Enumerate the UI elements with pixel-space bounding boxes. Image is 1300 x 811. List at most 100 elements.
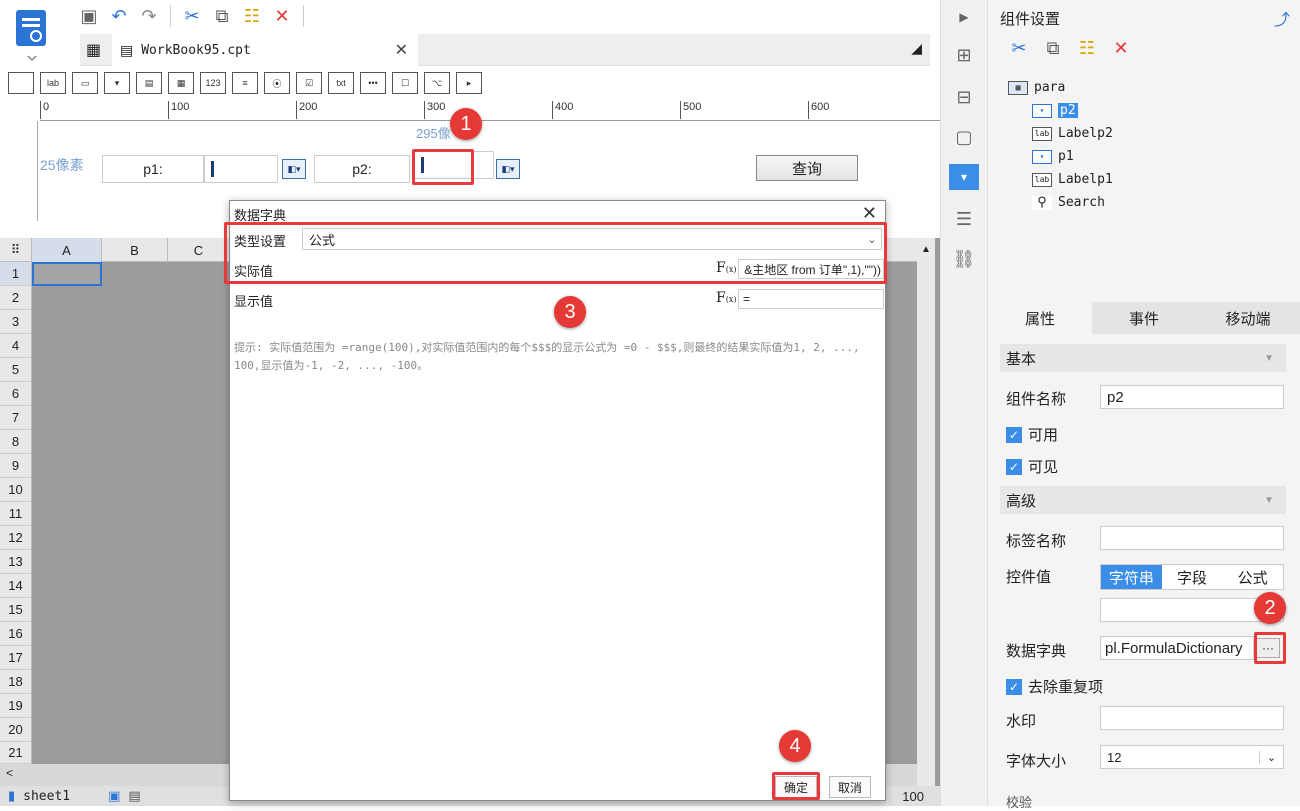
date-widget-icon[interactable]: ▦ xyxy=(168,72,194,94)
column-header[interactable]: B xyxy=(102,238,168,262)
column-header[interactable]: C xyxy=(168,238,230,262)
vertical-scrollbar[interactable]: ▲ xyxy=(917,238,935,788)
add-poly-sheet-icon[interactable]: ▤ xyxy=(128,788,140,804)
row-header[interactable]: 7 xyxy=(0,406,32,430)
tree-item-labelp1[interactable]: lab Labelp1 xyxy=(1032,172,1113,187)
row-header[interactable]: 21 xyxy=(0,742,32,764)
form-layout-icon[interactable]: ⊞ xyxy=(951,42,977,68)
row-header[interactable]: 1 xyxy=(0,262,32,286)
row-header[interactable]: 18 xyxy=(0,670,32,694)
scroll-up-icon[interactable]: ▲ xyxy=(917,244,935,255)
enabled-checkbox[interactable]: ✓ 可用 xyxy=(1006,424,1058,445)
row-header[interactable]: 19 xyxy=(0,694,32,718)
paste-icon[interactable]: ☷ xyxy=(239,3,265,29)
collapse-right-icon[interactable]: ▶ xyxy=(951,4,977,30)
frame-icon[interactable]: ▢ xyxy=(951,124,977,150)
stack-icon[interactable]: ☰ xyxy=(951,206,977,232)
paste-icon[interactable]: ☷ xyxy=(1076,38,1098,59)
textbox-widget-icon[interactable] xyxy=(8,72,34,94)
copy-icon[interactable]: ⧉ xyxy=(1042,38,1064,59)
value-type-formula[interactable]: 公式 xyxy=(1222,565,1283,589)
close-tab-icon[interactable]: ✕ xyxy=(395,40,408,60)
password-widget-icon[interactable]: ••• xyxy=(360,72,386,94)
tree-item-p2[interactable]: ▾ p2 xyxy=(1032,103,1078,118)
radio-group-widget-icon[interactable]: ⦿ xyxy=(264,72,290,94)
tree-combo-widget-icon[interactable]: ▤ xyxy=(136,72,162,94)
row-header[interactable]: 9 xyxy=(0,454,32,478)
row-header[interactable]: 12 xyxy=(0,526,32,550)
checkbox-group-widget-icon[interactable]: ☑ xyxy=(296,72,322,94)
button-widget-icon[interactable]: ▭ xyxy=(72,72,98,94)
watermark-input[interactable] xyxy=(1100,706,1284,730)
tab-properties[interactable]: 属性 xyxy=(988,302,1092,334)
cut-icon[interactable]: ✂ xyxy=(179,3,205,29)
pin-icon[interactable]: ⤴ xyxy=(1274,6,1290,30)
cut-icon[interactable]: ✂ xyxy=(1008,38,1030,59)
text-widget-icon[interactable]: txt xyxy=(328,72,354,94)
row-header[interactable]: 16 xyxy=(0,622,32,646)
p2-dropdown-icon[interactable]: ◧▾ xyxy=(496,159,520,179)
formula-icon[interactable]: F(x) xyxy=(716,290,736,306)
tree-widget-icon[interactable]: ⌥ xyxy=(424,72,450,94)
grid-view-icon[interactable]: ▦ xyxy=(86,40,101,60)
delete-icon[interactable]: ✕ xyxy=(269,3,295,29)
tree-item-search[interactable]: ⚲ Search xyxy=(1032,195,1105,210)
textarea-widget-icon[interactable]: ≡ xyxy=(232,72,258,94)
widget-name-input[interactable]: p2 xyxy=(1100,385,1284,409)
scroll-left-icon[interactable]: < xyxy=(6,766,13,780)
row-header[interactable]: 17 xyxy=(0,646,32,670)
widget-info-icon[interactable]: ⊟ xyxy=(951,84,977,110)
sheet-tab[interactable]: sheet1 xyxy=(23,789,70,804)
value-type-field[interactable]: 字段 xyxy=(1162,565,1223,589)
tab-menu-icon[interactable]: ◢ xyxy=(911,40,922,57)
label-p2[interactable]: p2: xyxy=(314,155,410,183)
link-icon[interactable]: ⛓ xyxy=(951,246,977,272)
p1-dropdown-icon[interactable]: ◧▾ xyxy=(282,159,306,179)
tab-mobile[interactable]: 移动端 xyxy=(1196,302,1300,334)
more-widgets-icon[interactable]: ▸ xyxy=(456,72,482,94)
section-basic[interactable]: 基本 ▼ xyxy=(1000,344,1286,372)
section-advanced[interactable]: 高级 ▼ xyxy=(1000,486,1286,514)
row-header[interactable]: 14 xyxy=(0,574,32,598)
add-sheet-icon[interactable]: ▣ xyxy=(108,788,120,804)
row-header[interactable]: 20 xyxy=(0,718,32,742)
file-tab[interactable]: ▤ WorkBook95.cpt ✕ xyxy=(112,34,418,66)
label-p1[interactable]: p1: xyxy=(102,155,204,183)
undo-icon[interactable]: ↶ xyxy=(106,3,132,29)
row-header[interactable]: 15 xyxy=(0,598,32,622)
cancel-button[interactable]: 取消 xyxy=(829,776,871,798)
tree-item-labelp2[interactable]: lab Labelp2 xyxy=(1032,126,1113,141)
save-icon[interactable]: ▣ xyxy=(76,3,102,29)
tree-item-p1[interactable]: ▾ p1 xyxy=(1032,149,1074,164)
label-widget-icon[interactable]: lab xyxy=(40,72,66,94)
row-header[interactable]: 8 xyxy=(0,430,32,454)
visible-checkbox[interactable]: ✓ 可见 xyxy=(1006,456,1058,477)
zoom-value[interactable]: 100 xyxy=(902,789,924,804)
data-dictionary-value[interactable]: pl.FormulaDictionary xyxy=(1100,636,1254,660)
delete-icon[interactable]: ✕ xyxy=(1110,38,1132,59)
column-header[interactable]: A xyxy=(32,238,102,262)
checkbox-widget-icon[interactable]: ☐ xyxy=(392,72,418,94)
dialog-close-icon[interactable]: ✕ xyxy=(862,203,877,224)
p1-combobox[interactable] xyxy=(204,155,278,183)
query-button[interactable]: 查询 xyxy=(756,155,858,181)
row-header[interactable]: 11 xyxy=(0,502,32,526)
row-header[interactable]: 3 xyxy=(0,310,32,334)
selected-cell[interactable] xyxy=(32,262,102,286)
combobox-widget-icon[interactable]: ▾ xyxy=(104,72,130,94)
select-all-icon[interactable]: ⠿ xyxy=(0,238,32,262)
copy-icon[interactable]: ⧉ xyxy=(209,3,235,29)
font-size-select[interactable]: 12 ⌄ xyxy=(1100,745,1284,769)
row-header[interactable]: 10 xyxy=(0,478,32,502)
tree-item-para[interactable]: ▦ para xyxy=(1008,80,1065,95)
chevron-down-icon[interactable]: ⌄ xyxy=(1259,750,1283,764)
redo-icon[interactable]: ↷ xyxy=(136,3,162,29)
tag-name-input[interactable] xyxy=(1100,526,1284,550)
tab-events[interactable]: 事件 xyxy=(1092,302,1196,334)
row-header[interactable]: 13 xyxy=(0,550,32,574)
widget-settings-icon[interactable]: ▾ xyxy=(949,164,979,190)
row-header[interactable]: 4 xyxy=(0,334,32,358)
number-widget-icon[interactable]: 123 xyxy=(200,72,226,94)
dedupe-checkbox[interactable]: ✓ 去除重复项 xyxy=(1006,676,1103,697)
row-header[interactable]: 5 xyxy=(0,358,32,382)
